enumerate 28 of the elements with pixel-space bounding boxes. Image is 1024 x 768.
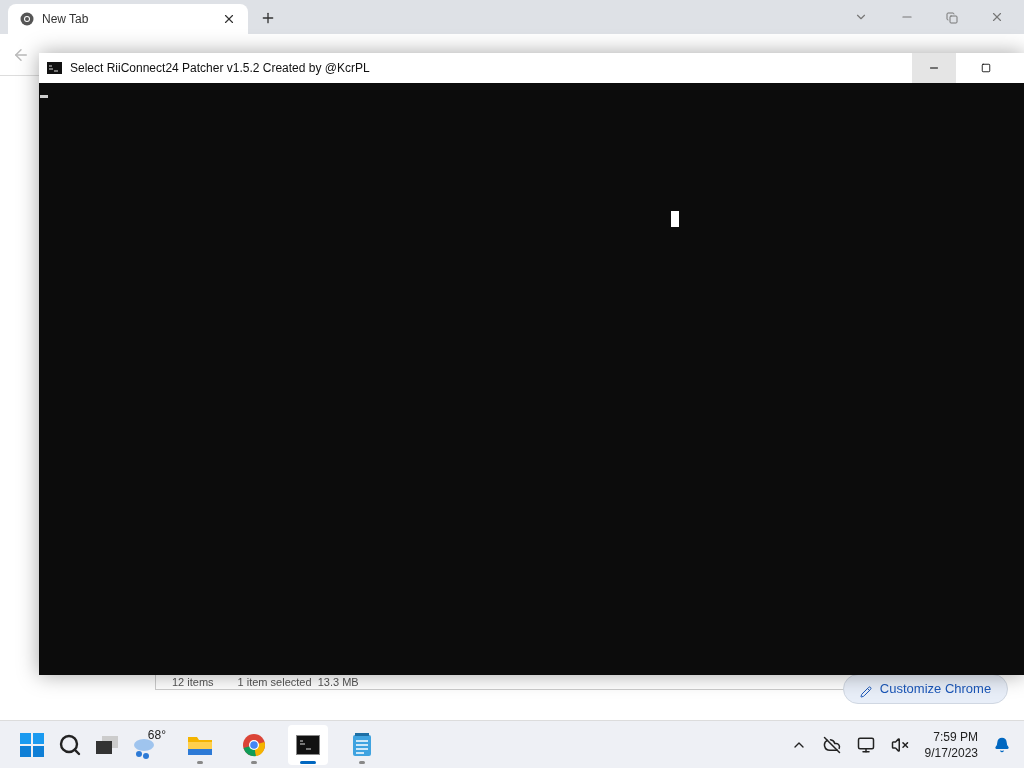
chrome-icon	[20, 12, 34, 26]
muted-speaker-icon[interactable]	[890, 735, 909, 754]
temperature: 68°	[147, 726, 166, 744]
window-title: Select RiiConnect24 Patcher v1.5.2 Created by @KcrPL	[70, 60, 370, 77]
customize-chrome-button[interactable]: Customize Chrome	[843, 674, 1008, 704]
terminal-icon	[296, 734, 320, 755]
network-icon[interactable]	[856, 735, 875, 754]
close-icon[interactable]	[222, 12, 236, 26]
chrome-icon	[242, 732, 266, 757]
item-count: 12 items	[172, 675, 214, 689]
maximize-icon	[981, 63, 991, 73]
pencil-icon	[859, 686, 872, 698]
start-icon[interactable]	[20, 732, 44, 757]
clock-date[interactable]: 9/17/2023	[924, 744, 978, 761]
weather-widget[interactable]: 68°	[132, 727, 166, 762]
text-cursor	[40, 95, 48, 98]
task-view-icon[interactable]	[96, 735, 118, 754]
tab-title: New Tab	[42, 11, 90, 28]
notepad-icon	[352, 732, 372, 757]
cloud-off-icon[interactable]	[822, 735, 841, 754]
new-tab-icon[interactable]	[260, 10, 276, 26]
taskbar-app[interactable]	[288, 724, 328, 765]
console-icon	[47, 62, 62, 74]
selection-info: 1 item selected 13.3 MB	[237, 675, 359, 689]
browser-tab[interactable]: New Tab	[8, 4, 248, 34]
search-icon[interactable]	[58, 732, 82, 757]
notification-icon[interactable]	[994, 736, 1010, 753]
clock-time[interactable]: 7:59 PM	[933, 728, 978, 745]
